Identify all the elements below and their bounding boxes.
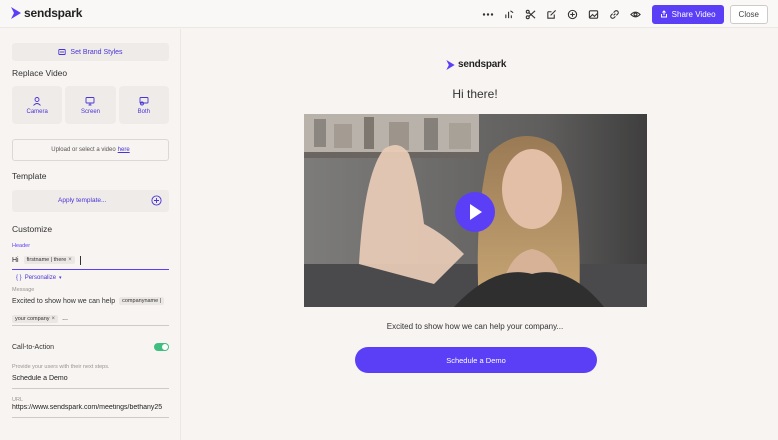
image-icon[interactable] [583,4,604,24]
schedule-demo-button[interactable]: Schedule a Demo [355,347,597,373]
message-text: Excited to show how we can help [12,297,116,305]
camera-icon [33,96,41,106]
chevron-down-icon: ▾ [59,275,62,281]
personalize-dropdown[interactable]: { } Personalize ▾ [16,275,62,281]
more-icon[interactable] [478,4,499,24]
close-label: Close [738,9,759,19]
header-input[interactable]: Hi firstname | there × [12,251,169,270]
cta-url-input[interactable]: https://www.sendspark.com/meetings/betha… [12,404,169,418]
companyname-chip-label: companyname | [122,298,162,304]
remove-chip-icon[interactable]: × [52,316,56,322]
preview-logo-text: sendspark [458,59,507,70]
yourcompany-variable-chip[interactable]: your company × [12,314,59,323]
add-icon[interactable] [562,4,583,24]
play-icon [470,204,482,220]
app-name: sendspark [24,6,83,20]
editor-sidebar: Set Brand Styles Replace Video Camera Sc… [0,29,181,440]
add-template-icon[interactable] [151,195,162,206]
text-cursor [79,255,81,265]
customize-title: Customize [12,224,53,234]
message-input-line-2[interactable]: your company × ... [12,312,169,326]
cta-title: Call-to-Action [12,343,55,351]
screen-icon [86,96,95,105]
cta-helper-text: Provide your users with their next steps… [12,364,110,370]
cta-url-value: https://www.sendspark.com/meetings/betha… [12,404,163,411]
upload-video-box[interactable]: Upload or select a video here [12,139,169,161]
edit-icon[interactable] [541,4,562,24]
both-icon [139,96,149,105]
message-suffix: ... [62,315,68,322]
share-video-button[interactable]: Share Video [651,4,724,24]
url-field-label: URL [12,397,24,403]
set-brand-styles-label: Set Brand Styles [70,48,123,56]
schedule-demo-label: Schedule a Demo [446,355,506,365]
companyname-variable-chip[interactable]: companyname | [119,297,165,305]
message-input[interactable]: Excited to show how we can help companyn… [12,297,169,305]
preview-message: Excited to show how we can help your com… [386,322,564,331]
play-button[interactable] [455,192,495,232]
toolbar: Share Video Close [478,4,768,24]
camera-option-label: Camera [26,108,48,115]
cta-button-text-value: Schedule a Demo [12,375,68,382]
message-field-label: Message [12,287,35,293]
header-field-label: Header [12,243,31,249]
both-option-label: Both [137,108,150,115]
template-title: Template [12,171,47,181]
close-button[interactable]: Close [729,4,768,24]
share-video-label: Share Video [671,9,716,19]
header-prefix: Hi [12,256,19,264]
firstname-variable-chip[interactable]: firstname | there × [23,256,75,264]
screen-option[interactable]: Screen [65,86,116,124]
remove-chip-icon[interactable]: × [68,257,72,263]
replace-video-title: Replace Video [12,68,68,78]
upload-text: Upload or select a video [51,147,116,153]
analytics-icon[interactable] [499,4,520,24]
link-icon[interactable] [604,4,625,24]
apply-template-label: Apply template... [58,197,107,204]
video-page-preview: sendspark Hi there! Excited to show how … [182,29,778,440]
both-option[interactable]: Both [118,86,169,124]
share-icon [660,10,667,18]
braces-icon: { } [16,275,22,281]
screen-option-label: Screen [80,108,100,115]
personalize-label: Personalize [24,275,57,281]
set-brand-styles-button[interactable]: Set Brand Styles [12,43,169,61]
cta-toggle[interactable] [154,343,169,351]
trim-icon[interactable] [520,4,541,24]
sendspark-logo-icon [446,59,455,70]
top-bar: sendspark Share Video Close [0,0,778,28]
preview-logo: sendspark [446,59,506,70]
replace-video-options: Camera Screen Both [12,86,169,124]
yourcompany-chip-label: your company [15,315,50,322]
video-player[interactable] [304,114,647,307]
firstname-chip-label: firstname | there [26,257,67,263]
upload-here-link[interactable]: here [118,147,130,153]
cta-row: Call-to-Action [12,343,169,351]
preview-greeting: Hi there! [452,87,498,101]
camera-option[interactable]: Camera [12,86,63,124]
cta-button-text-input[interactable]: Schedule a Demo [12,375,169,389]
palette-icon [58,49,67,55]
preview-icon[interactable] [625,4,646,24]
sendspark-logo-icon [11,7,21,19]
apply-template-button[interactable]: Apply template... [12,190,169,212]
app-logo[interactable]: sendspark [11,6,82,20]
